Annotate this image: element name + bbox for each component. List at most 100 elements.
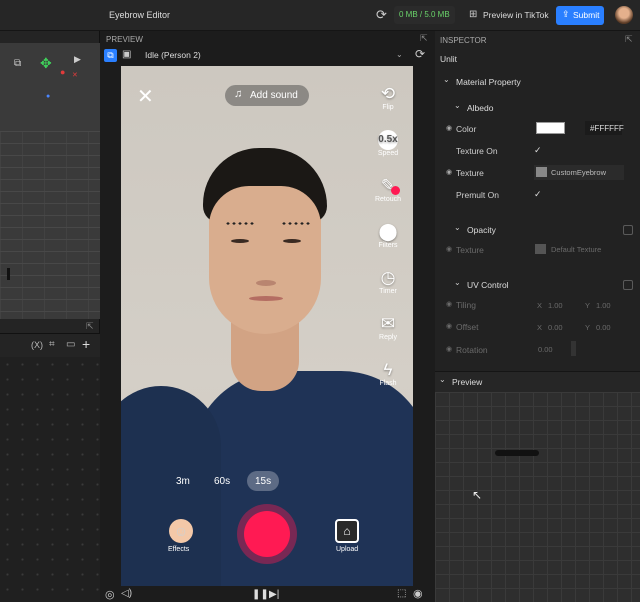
submit-button[interactable]: ⇪ Submit	[556, 6, 604, 25]
node-graph[interactable]	[0, 357, 100, 602]
uv-control-heading[interactable]: UV Control	[467, 280, 509, 290]
duration-60s[interactable]: 60s	[214, 476, 230, 487]
effects-icon[interactable]: ☺	[169, 519, 193, 543]
variable-button[interactable]: (X)	[31, 340, 43, 350]
pause-icon[interactable]: ❚❚	[252, 589, 269, 600]
rotation-slider[interactable]	[571, 341, 576, 356]
opacity-checkbox[interactable]	[623, 225, 633, 235]
rotation-label: Rotation	[456, 345, 488, 355]
expand-icon[interactable]: ⇱	[625, 34, 633, 45]
camera-icon[interactable]: ▣	[122, 49, 131, 60]
gizmo-x-icon: ●	[60, 67, 66, 77]
keyframe-icon[interactable]: ◉	[446, 322, 452, 330]
record-button[interactable]	[237, 504, 297, 564]
step-forward-icon[interactable]: ▶|	[269, 589, 279, 600]
premult-on-checkbox[interactable]: ✓	[534, 189, 542, 200]
gizmo-icon[interactable]: ✥	[40, 55, 52, 72]
scene-viewport[interactable]: ⧉ ✥ ● ✕ ● ▶	[0, 43, 100, 319]
material-preview[interactable]: ↖	[435, 392, 640, 602]
add-node-icon[interactable]: +	[82, 336, 90, 352]
avatar[interactable]	[615, 6, 633, 24]
view-mode-icon[interactable]: ⧉	[14, 58, 21, 69]
keyframe-icon[interactable]: ◉	[446, 245, 452, 253]
select-region-icon[interactable]: ⬚	[397, 588, 406, 599]
color-hex-value: #FFFFFF	[590, 124, 624, 133]
tiling-y-field[interactable]: 1.00	[596, 301, 611, 310]
tiling-x-field[interactable]: 1.00	[548, 301, 563, 310]
retouch-badge	[391, 186, 400, 195]
expand-icon[interactable]: ⇱	[86, 321, 94, 332]
keyframe-icon[interactable]: ◉	[446, 345, 452, 353]
chevron-down-icon[interactable]: ⌄	[454, 101, 461, 110]
phone-preview[interactable]: ✕ ♫ Add sound ⟲ Flip 0.5x Speed ✎ Retouch ⬤…	[121, 66, 413, 586]
retouch-icon: ✎	[380, 176, 396, 195]
submit-label: Submit	[573, 10, 600, 20]
eyebrow-right	[281, 221, 311, 226]
object-marker	[7, 268, 10, 280]
rotation-field[interactable]: 0.00	[538, 345, 553, 354]
chevron-down-icon[interactable]: ⌄	[443, 75, 450, 84]
add-sound-button[interactable]: ♫ Add sound	[225, 85, 309, 106]
offset-x-field[interactable]: 0.00	[548, 323, 563, 332]
chevron-down-icon[interactable]: ⌄	[454, 278, 461, 287]
side-timer-label: Timer	[379, 288, 397, 295]
chevron-down-icon[interactable]: ⌄	[454, 223, 461, 232]
opacity-heading[interactable]: Opacity	[467, 225, 496, 235]
side-reply-label: Reply	[379, 334, 397, 341]
duration-15s[interactable]: 15s	[255, 476, 271, 487]
preview-panel: PREVIEW ⇱ ⧉ ▣ Idle (Person 2) ⌄ ⟳ ✕ ♫ Ad…	[100, 31, 435, 602]
eyebrow-preview-mesh	[495, 450, 539, 456]
camera-mode-icon[interactable]: ⧉	[104, 49, 117, 62]
keyframe-icon[interactable]: ◉	[446, 300, 452, 308]
duration-3m[interactable]: 3m	[176, 476, 190, 487]
material-property-heading[interactable]: Material Property	[456, 77, 521, 87]
albedo-heading[interactable]: Albedo	[467, 103, 493, 113]
panel-icon[interactable]: ▭	[66, 339, 75, 350]
side-speed[interactable]: 0.5x Speed	[368, 130, 408, 157]
flip-icon: ⟲	[380, 84, 396, 103]
side-timer[interactable]: ◷ Timer	[368, 268, 408, 295]
keyframe-icon[interactable]: ◉	[446, 168, 452, 176]
nose	[256, 280, 276, 286]
record-video-icon[interactable]: ◉	[413, 587, 423, 600]
ground-grid	[0, 131, 100, 319]
offset-y-axis: Y	[585, 323, 591, 332]
opacity-texture-value[interactable]: Default Texture	[551, 245, 601, 254]
side-speed-label: Speed	[377, 150, 399, 157]
inspector-panel: INSPECTOR ⇱ Unlit ⌄ Material Property ⌄ …	[435, 31, 640, 602]
node-tree-icon[interactable]: ⌗	[49, 339, 55, 350]
side-flash[interactable]: ϟ Flash	[368, 360, 408, 387]
side-flip[interactable]: ⟲ Flip	[368, 84, 408, 111]
refresh-icon[interactable]: ⟳	[376, 7, 387, 23]
texture-on-checkbox[interactable]: ✓	[534, 145, 542, 156]
color-swatch[interactable]	[536, 122, 565, 134]
upload-icon[interactable]: ⌂	[335, 519, 359, 543]
filters-icon: ⬤	[378, 222, 398, 241]
camera-icon[interactable]: ▶	[74, 54, 81, 65]
uv-control-checkbox[interactable]	[623, 280, 633, 290]
side-filters[interactable]: ⬤ Filters	[368, 222, 408, 249]
compass-icon[interactable]: ◎	[105, 588, 115, 601]
side-retouch[interactable]: ✎ Retouch	[368, 176, 408, 203]
side-retouch-label: Retouch	[374, 196, 402, 203]
texture-field[interactable]: CustomEyebrow	[534, 165, 624, 180]
tiling-x-axis: X	[537, 301, 543, 310]
chevron-down-icon[interactable]: ⌄	[396, 50, 403, 59]
chevron-down-icon: ⌄	[439, 375, 446, 384]
flash-icon: ϟ	[383, 360, 393, 379]
side-reply[interactable]: ✉ Reply	[368, 314, 408, 341]
expand-icon[interactable]: ⇱	[420, 33, 428, 44]
preview-section-header[interactable]: ⌄ Preview	[435, 371, 640, 392]
close-icon[interactable]: ✕	[137, 84, 154, 109]
side-flip-label: Flip	[382, 104, 394, 111]
preview-state-select[interactable]: Idle (Person 2)	[145, 50, 201, 60]
color-hex-field[interactable]: #FFFFFF	[585, 121, 624, 135]
keyframe-icon[interactable]: ◉	[446, 124, 452, 132]
offset-y-field[interactable]: 0.00	[596, 323, 611, 332]
reload-icon[interactable]: ⟳	[415, 47, 425, 61]
eye-left	[231, 239, 249, 243]
preview-in-tiktok-button[interactable]: Preview in TikTok	[483, 10, 549, 20]
inspector-header: INSPECTOR	[440, 36, 487, 45]
volume-icon[interactable]: ◁)	[121, 588, 132, 599]
preview-header: PREVIEW	[106, 35, 143, 44]
